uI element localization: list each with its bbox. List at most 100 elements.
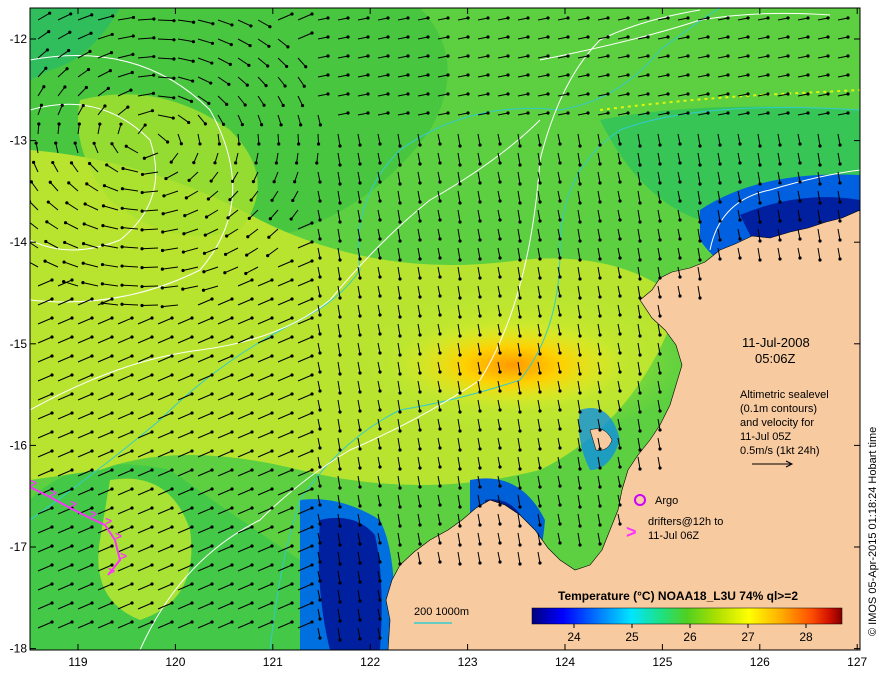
velocity-arrow-head <box>90 620 94 624</box>
velocity-arrow-head <box>418 181 422 185</box>
velocity-arrow-head <box>161 230 165 234</box>
velocity-arrow-head <box>518 315 522 319</box>
velocity-arrow-head <box>686 73 690 77</box>
velocity-arrow-head <box>598 238 602 242</box>
velocity-arrow-head <box>42 85 46 89</box>
velocity-arrow-head <box>191 20 196 24</box>
velocity-arrow-head <box>223 271 227 275</box>
velocity-arrow-head <box>358 618 362 622</box>
velocity-arrow-head <box>366 16 370 20</box>
velocity-arrow-head <box>506 111 510 115</box>
colorbar-tick-label: 27 <box>741 630 755 644</box>
velocity-arrow-head <box>110 430 114 434</box>
velocity-arrow-head <box>170 601 174 605</box>
velocity-arrow-head <box>150 449 154 453</box>
velocity-arrow-head <box>210 620 214 624</box>
velocity-arrow-head <box>198 142 202 146</box>
velocity-arrow-head <box>786 92 790 96</box>
velocity-arrow-head <box>378 218 382 222</box>
velocity-arrow-head <box>746 92 750 96</box>
velocity-arrow-head <box>538 181 542 185</box>
velocity-arrow-head <box>818 182 822 186</box>
velocity-arrow-head <box>310 278 314 282</box>
velocity-arrow-head <box>726 111 730 115</box>
velocity-arrow-head <box>766 111 770 115</box>
altimetry-line-5: 0.5m/s (1kt 24h) <box>740 445 819 457</box>
velocity-arrow-head <box>538 561 542 565</box>
velocity-arrow-head <box>90 354 94 358</box>
velocity-arrow-head <box>478 390 482 394</box>
velocity-arrow-head <box>586 16 590 20</box>
velocity-arrow-head <box>646 92 650 96</box>
velocity-arrow-head <box>120 226 124 230</box>
velocity-arrow-head <box>738 199 742 203</box>
velocity-arrow-head <box>838 219 842 223</box>
velocity-arrow-head <box>100 301 104 305</box>
velocity-arrow-head <box>378 370 382 374</box>
velocity-arrow-head <box>498 332 502 336</box>
velocity-arrow-head <box>606 92 610 96</box>
velocity-arrow-head <box>290 506 294 510</box>
velocity-arrow-head <box>250 487 254 491</box>
velocity-arrow-head <box>758 239 762 243</box>
velocity-arrow-head <box>558 522 562 526</box>
velocity-arrow-head <box>586 35 590 39</box>
velocity-arrow-head <box>50 411 54 415</box>
velocity-arrow-head <box>626 16 630 20</box>
velocity-arrow-head <box>746 73 750 77</box>
velocity-arrow-head <box>498 294 502 298</box>
velocity-arrow-head <box>108 69 112 73</box>
velocity-arrow-head <box>250 316 254 320</box>
velocity-arrow-head <box>638 315 642 319</box>
velocity-arrow-head <box>618 218 622 222</box>
velocity-arrow-head <box>50 297 54 301</box>
velocity-arrow-head <box>152 36 156 40</box>
velocity-arrow-head <box>438 332 442 336</box>
velocity-arrow-head <box>598 200 602 204</box>
velocity-arrow-head <box>101 204 106 208</box>
velocity-arrow-head <box>230 544 234 548</box>
velocity-arrow-head <box>698 258 702 262</box>
velocity-arrow-head <box>638 334 642 338</box>
velocity-arrow-head <box>318 294 322 298</box>
velocity-arrow-head <box>558 142 562 146</box>
velocity-arrow-head <box>778 219 782 223</box>
velocity-arrow-head <box>338 144 342 148</box>
velocity-arrow-head <box>546 54 550 58</box>
velocity-arrow-head <box>438 522 442 526</box>
velocity-arrow-head <box>190 411 194 415</box>
velocity-arrow-head <box>478 371 482 375</box>
velocity-arrow-head <box>638 258 642 262</box>
velocity-arrow-head <box>438 484 442 488</box>
velocity-arrow-head <box>191 59 195 63</box>
velocity-arrow-head <box>130 487 134 491</box>
velocity-arrow-head <box>546 35 550 39</box>
velocity-arrow-head <box>538 447 542 451</box>
velocity-arrow-head <box>378 161 382 165</box>
velocity-arrow-head <box>67 48 71 53</box>
velocity-arrow-head <box>558 199 562 203</box>
velocity-arrow-head <box>458 486 462 490</box>
velocity-arrow-head <box>618 389 622 393</box>
velocity-arrow-head <box>606 16 610 20</box>
velocity-arrow-head <box>458 429 462 433</box>
velocity-arrow-head <box>150 582 154 586</box>
velocity-arrow-head <box>638 391 642 395</box>
velocity-arrow-head <box>618 522 622 526</box>
velocity-arrow-head <box>538 352 542 356</box>
velocity-arrow-head <box>130 392 134 396</box>
velocity-arrow-head <box>718 257 722 261</box>
velocity-arrow-head <box>786 54 790 58</box>
velocity-arrow-head <box>558 161 562 165</box>
velocity-arrow-head <box>578 220 582 224</box>
velocity-arrow-head <box>229 42 233 47</box>
velocity-arrow-head <box>518 334 522 338</box>
velocity-arrow-head <box>170 316 174 320</box>
velocity-arrow-head <box>268 217 272 221</box>
velocity-arrow-head <box>598 371 602 375</box>
velocity-arrow-head <box>598 276 602 280</box>
velocity-arrow-head <box>806 16 810 20</box>
velocity-arrow-head <box>418 390 422 394</box>
velocity-arrow-head <box>698 296 702 300</box>
velocity-arrow-head <box>598 257 602 261</box>
